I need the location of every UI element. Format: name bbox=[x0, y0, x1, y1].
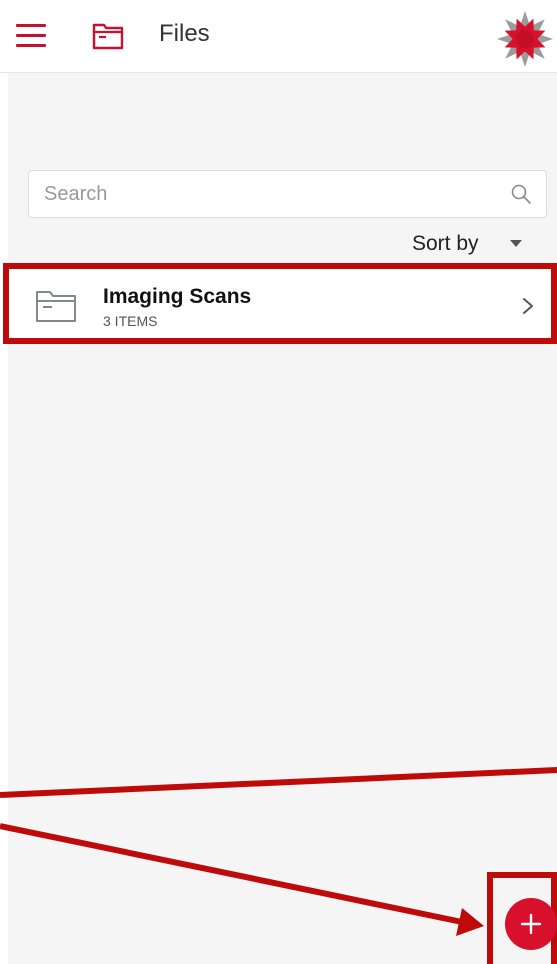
search-input[interactable]: Search bbox=[28, 170, 547, 218]
search-placeholder: Search bbox=[44, 183, 108, 205]
caret-down-icon bbox=[510, 240, 522, 247]
star-logo bbox=[497, 11, 553, 67]
file-row-imaging-scans[interactable]: Imaging Scans 3 ITEMS bbox=[3, 263, 557, 344]
sort-by-label: Sort by bbox=[412, 232, 479, 255]
hamburger-menu-icon[interactable] bbox=[16, 24, 46, 48]
page-title: Files bbox=[159, 20, 210, 47]
folder-icon bbox=[36, 291, 76, 322]
search-icon[interactable] bbox=[510, 183, 532, 205]
folder-icon bbox=[92, 23, 124, 50]
plus-icon bbox=[520, 913, 542, 935]
folder-item-count: 3 ITEMS bbox=[103, 313, 158, 329]
chevron-right-icon bbox=[523, 298, 533, 314]
folder-name: Imaging Scans bbox=[103, 285, 252, 308]
add-button[interactable] bbox=[505, 898, 557, 950]
app-header: Files bbox=[0, 0, 557, 73]
